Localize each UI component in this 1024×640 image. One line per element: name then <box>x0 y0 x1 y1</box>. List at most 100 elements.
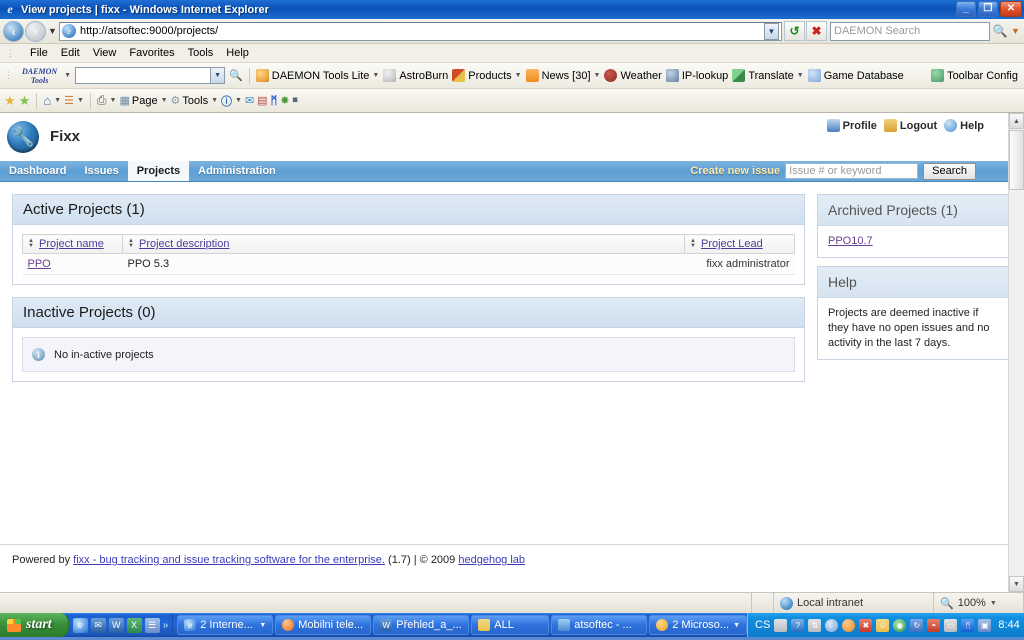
zoom-control[interactable]: 🔍 100% ▼ <box>934 593 1024 613</box>
astroburn-button[interactable]: AstroBurn <box>383 69 448 82</box>
quick-launch-overflow-icon[interactable]: » <box>163 620 169 631</box>
bluetooth-tray-icon[interactable]: ᛗ <box>961 618 975 632</box>
media-icon[interactable]: ◉ <box>893 618 907 632</box>
toolbar-config-button[interactable]: Toolbar Config <box>931 69 1018 82</box>
taskbar-button-mobilni[interactable]: Mobilni tele... <box>275 615 372 635</box>
news-button[interactable]: News [30] ▼ <box>525 69 601 82</box>
notepad-icon[interactable]: ☰ <box>144 617 160 633</box>
url-bar[interactable]: e http://atsoftec:9000/projects/ ▼ <box>59 21 782 41</box>
profile-link[interactable]: Profile <box>826 119 877 132</box>
browser-search-input[interactable]: DAEMON Search <box>830 21 990 41</box>
feeds-chevron-down-icon[interactable]: ▼ <box>77 97 84 104</box>
chevron-down-icon[interactable]: ▼ <box>372 72 379 79</box>
refresh-icon[interactable]: ↺ <box>784 21 805 41</box>
taskbar-button-all[interactable]: ALL <box>471 615 550 635</box>
weather-button[interactable]: Weather <box>604 69 662 82</box>
page-chevron-down-icon[interactable]: ▼ <box>161 97 168 104</box>
minimize-button[interactable]: _ <box>956 1 976 17</box>
sort-icon[interactable]: ▲ ▼ <box>128 238 136 249</box>
stop-icon[interactable]: ✖ <box>806 21 827 41</box>
feeds-icon[interactable]: ☰ <box>64 94 74 107</box>
page-menu-button[interactable]: ▦ Page <box>119 94 157 108</box>
scrollbar-thumb[interactable] <box>1009 130 1024 190</box>
daemon-search-go-icon[interactable]: 🔍 <box>229 69 243 82</box>
firefox-tray-icon[interactable] <box>842 618 856 632</box>
recent-pages-dropdown[interactable]: ▼ <box>46 26 59 36</box>
page-scrollbar[interactable]: ▲ ▼ <box>1008 113 1024 592</box>
system-clock[interactable]: 8:44 <box>998 619 1019 631</box>
column-project-description-link[interactable]: Project description <box>139 238 230 250</box>
security-zone[interactable]: Local intranet <box>774 593 934 613</box>
menu-item-view[interactable]: View <box>93 47 117 59</box>
help-tray-icon[interactable]: ? <box>791 618 805 632</box>
daemon-logo-caret-icon[interactable]: ▼ <box>64 72 71 79</box>
moon-icon[interactable]: ☾ <box>825 618 839 632</box>
excel-icon[interactable]: X <box>126 617 142 633</box>
daemon-search-dropdown-icon[interactable]: ▼ <box>210 68 225 83</box>
chevron-down-icon[interactable]: ▼ <box>594 72 601 79</box>
game-database-button[interactable]: Game Database <box>807 69 904 82</box>
ip-lookup-button[interactable]: IP-lookup <box>665 69 728 82</box>
network-icon[interactable]: ◓ <box>927 618 941 632</box>
skype-icon[interactable]: ⏹ <box>292 94 298 107</box>
print-icon[interactable]: ⎙ <box>97 93 107 108</box>
word-icon[interactable]: W <box>108 617 124 633</box>
tab-issues[interactable]: Issues <box>75 161 127 181</box>
chevron-down-icon[interactable]: ▼ <box>797 72 804 79</box>
messenger-icon[interactable]: ✉ <box>245 94 254 107</box>
forward-button[interactable]: › <box>25 20 46 42</box>
taskbar-button-prehled[interactable]: W Přehled_a_... <box>373 615 470 635</box>
monitor-icon[interactable]: ▭ <box>944 618 958 632</box>
translate-button[interactable]: Translate ▼ <box>732 69 804 82</box>
menu-item-file[interactable]: File <box>30 47 48 59</box>
chevron-down-icon[interactable]: ▼ <box>733 622 740 629</box>
help-link[interactable]: Help <box>944 119 984 132</box>
column-project-description[interactable]: ▲ ▼ Project description <box>122 234 685 254</box>
sort-icon[interactable]: ▲ ▼ <box>690 238 698 249</box>
tab-dashboard[interactable]: Dashboard <box>0 161 75 181</box>
url-history-dropdown-icon[interactable]: ▼ <box>764 22 779 40</box>
scroll-down-icon[interactable]: ▼ <box>1009 576 1024 592</box>
products-button[interactable]: Products ▼ <box>452 69 522 82</box>
print-chevron-down-icon[interactable]: ▼ <box>110 97 117 104</box>
keyboard-icon[interactable] <box>774 618 788 632</box>
maximize-button[interactable]: ❐ <box>978 1 998 17</box>
column-project-lead[interactable]: ▲ ▼ Project Lead <box>684 234 795 254</box>
search-go-icon[interactable]: 🔍 <box>990 24 1010 38</box>
taskbar-button-microsoft[interactable]: 2 Microso... ▼ <box>649 615 748 635</box>
tools-chevron-down-icon[interactable]: ▼ <box>211 97 218 104</box>
profile-label[interactable]: Profile <box>843 120 877 132</box>
menu-item-favorites[interactable]: Favorites <box>129 47 174 59</box>
project-name-link[interactable]: PPO <box>28 258 51 270</box>
language-indicator[interactable]: CS <box>755 619 770 631</box>
taskbar-button-internet[interactable]: e 2 Interne... ▼ <box>177 615 274 635</box>
logout-link[interactable]: Logout <box>883 119 937 132</box>
footer-company-link[interactable]: hedgehog lab <box>458 554 525 566</box>
help-label[interactable]: Help <box>960 120 984 132</box>
start-button[interactable]: start <box>0 613 69 637</box>
outlook-icon[interactable]: ✉ <box>90 617 106 633</box>
help-chevron-down-icon[interactable]: ▼ <box>235 97 242 104</box>
create-new-issue-link[interactable]: Create new issue <box>690 165 780 177</box>
sync-icon[interactable]: ⇅ <box>808 618 822 632</box>
notes-icon[interactable]: ▤ <box>257 94 267 107</box>
menu-item-tools[interactable]: Tools <box>188 47 214 59</box>
sort-icon[interactable]: ▲ ▼ <box>28 238 36 249</box>
close-button[interactable]: ✕ <box>1000 1 1022 17</box>
help-icon[interactable]: ⓘ <box>221 93 232 109</box>
archived-project-link[interactable]: PPO10.7 <box>828 235 873 247</box>
home-icon[interactable]: ⌂ <box>43 93 51 108</box>
search-options-icon[interactable]: ▼ <box>1010 26 1021 36</box>
chevron-down-icon[interactable]: ▼ <box>259 622 266 629</box>
screen-icon[interactable]: ▣ <box>978 618 992 632</box>
footer-product-link[interactable]: fixx - bug tracking and issue tracking s… <box>73 554 385 566</box>
user-icon[interactable]: ☺ <box>876 618 890 632</box>
antivirus-icon[interactable]: ✖ <box>859 618 873 632</box>
update-icon[interactable]: ↻ <box>910 618 924 632</box>
column-project-lead-link[interactable]: Project Lead <box>701 238 763 250</box>
issue-search-input[interactable]: Issue # or keyword <box>785 163 919 179</box>
scroll-up-icon[interactable]: ▲ <box>1009 113 1024 129</box>
addon-icon[interactable]: ✸ <box>280 94 289 107</box>
search-button[interactable]: Search <box>923 162 976 180</box>
zoom-chevron-down-icon[interactable]: ▼ <box>990 600 997 607</box>
